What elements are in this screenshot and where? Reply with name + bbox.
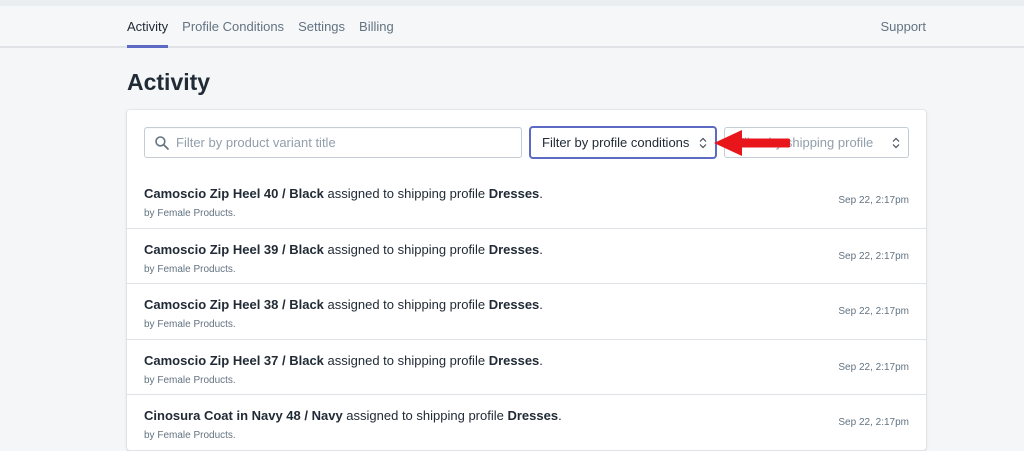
shipping-profile-name: Dresses xyxy=(488,352,540,368)
activity-message: Camoscio Zip Heel 38 / Black assigned to… xyxy=(144,297,543,312)
product-variant: Camoscio Zip Heel 37 / Black xyxy=(144,352,324,368)
activity-timestamp: Sep 22, 2:17pm xyxy=(838,306,909,317)
activity-row[interactable]: Camoscio Zip Heel 40 / Black assigned to… xyxy=(127,173,926,229)
activity-row[interactable]: Camoscio Zip Heel 38 / Black assigned to… xyxy=(127,284,926,340)
activity-message: Cinosura Coat in Navy 48 / Navy assigned… xyxy=(144,408,562,423)
tab-activity[interactable]: Activity xyxy=(127,6,169,48)
search-icon xyxy=(155,135,169,150)
profile-conditions-select-label: Filter by profile conditions xyxy=(542,135,690,150)
activity-suffix: . xyxy=(558,408,562,423)
activity-timestamp: Sep 22, 2:17pm xyxy=(838,361,909,373)
activity-card: Filter by profile conditions Filter by s… xyxy=(127,110,926,451)
activity-author: by Female Products. xyxy=(144,263,236,275)
activity-timestamp: Sep 22, 2:17pm xyxy=(838,250,909,262)
activity-row[interactable]: Cinosura Coat in Navy 48 / Navy assigned… xyxy=(127,395,926,451)
profile-conditions-select[interactable]: Filter by profile conditions xyxy=(530,127,716,158)
activity-timestamp: Sep 22, 2:17pm xyxy=(838,195,909,206)
tab-settings[interactable]: Settings xyxy=(298,6,345,46)
select-chevron-icon xyxy=(892,137,900,149)
activity-suffix: . xyxy=(539,241,543,257)
activity-suffix: . xyxy=(539,297,543,312)
activity-message: Camoscio Zip Heel 40 / Black assigned to… xyxy=(144,186,543,201)
activity-row[interactable]: Camoscio Zip Heel 39 / Black assigned to… xyxy=(127,229,926,284)
activity-text: assigned to shipping profile xyxy=(323,241,489,257)
tab-profile-conditions[interactable]: Profile Conditions xyxy=(182,6,284,46)
search-field[interactable] xyxy=(144,127,522,158)
activity-author: by Female Products. xyxy=(144,430,236,441)
activity-author: by Female Products. xyxy=(144,374,236,386)
activity-author: by Female Products. xyxy=(144,208,236,219)
activity-suffix: . xyxy=(539,186,543,201)
product-variant: Camoscio Zip Heel 39 / Black xyxy=(144,241,324,257)
activity-suffix: . xyxy=(539,352,543,368)
activity-message: Camoscio Zip Heel 37 / Black assigned to… xyxy=(144,353,543,368)
activity-row[interactable]: Camoscio Zip Heel 37 / Black assigned to… xyxy=(127,340,926,395)
product-variant: Cinosura Coat in Navy 48 / Navy xyxy=(144,408,343,423)
support-link[interactable]: Support xyxy=(880,6,926,46)
activity-text: assigned to shipping profile xyxy=(323,297,489,312)
shipping-profile-name: Dresses xyxy=(507,408,559,423)
activity-author: by Female Products. xyxy=(144,319,236,330)
red-arrow-annotation-icon xyxy=(714,130,790,156)
page-title: Activity xyxy=(127,69,211,95)
nav-tabs: Activity Profile Conditions Settings Bil… xyxy=(127,6,926,48)
top-nav: Activity Profile Conditions Settings Bil… xyxy=(0,6,1024,48)
activity-text: assigned to shipping profile xyxy=(342,408,508,423)
tab-billing[interactable]: Billing xyxy=(359,6,394,46)
product-variant: Camoscio Zip Heel 38 / Black xyxy=(144,297,324,312)
activity-timestamp: Sep 22, 2:17pm xyxy=(838,417,909,428)
activity-text: assigned to shipping profile xyxy=(323,352,489,368)
product-variant: Camoscio Zip Heel 40 / Black xyxy=(144,186,324,201)
search-input[interactable] xyxy=(176,135,506,150)
activity-text: assigned to shipping profile xyxy=(323,186,489,201)
shipping-profile-name: Dresses xyxy=(488,186,540,201)
filter-bar: Filter by profile conditions Filter by s… xyxy=(144,127,909,159)
select-chevron-icon xyxy=(699,137,707,149)
shipping-profile-name: Dresses xyxy=(488,241,540,257)
shipping-profile-name: Dresses xyxy=(488,297,540,312)
activity-message: Camoscio Zip Heel 39 / Black assigned to… xyxy=(144,242,543,257)
activity-list: Camoscio Zip Heel 40 / Black assigned to… xyxy=(127,173,926,451)
